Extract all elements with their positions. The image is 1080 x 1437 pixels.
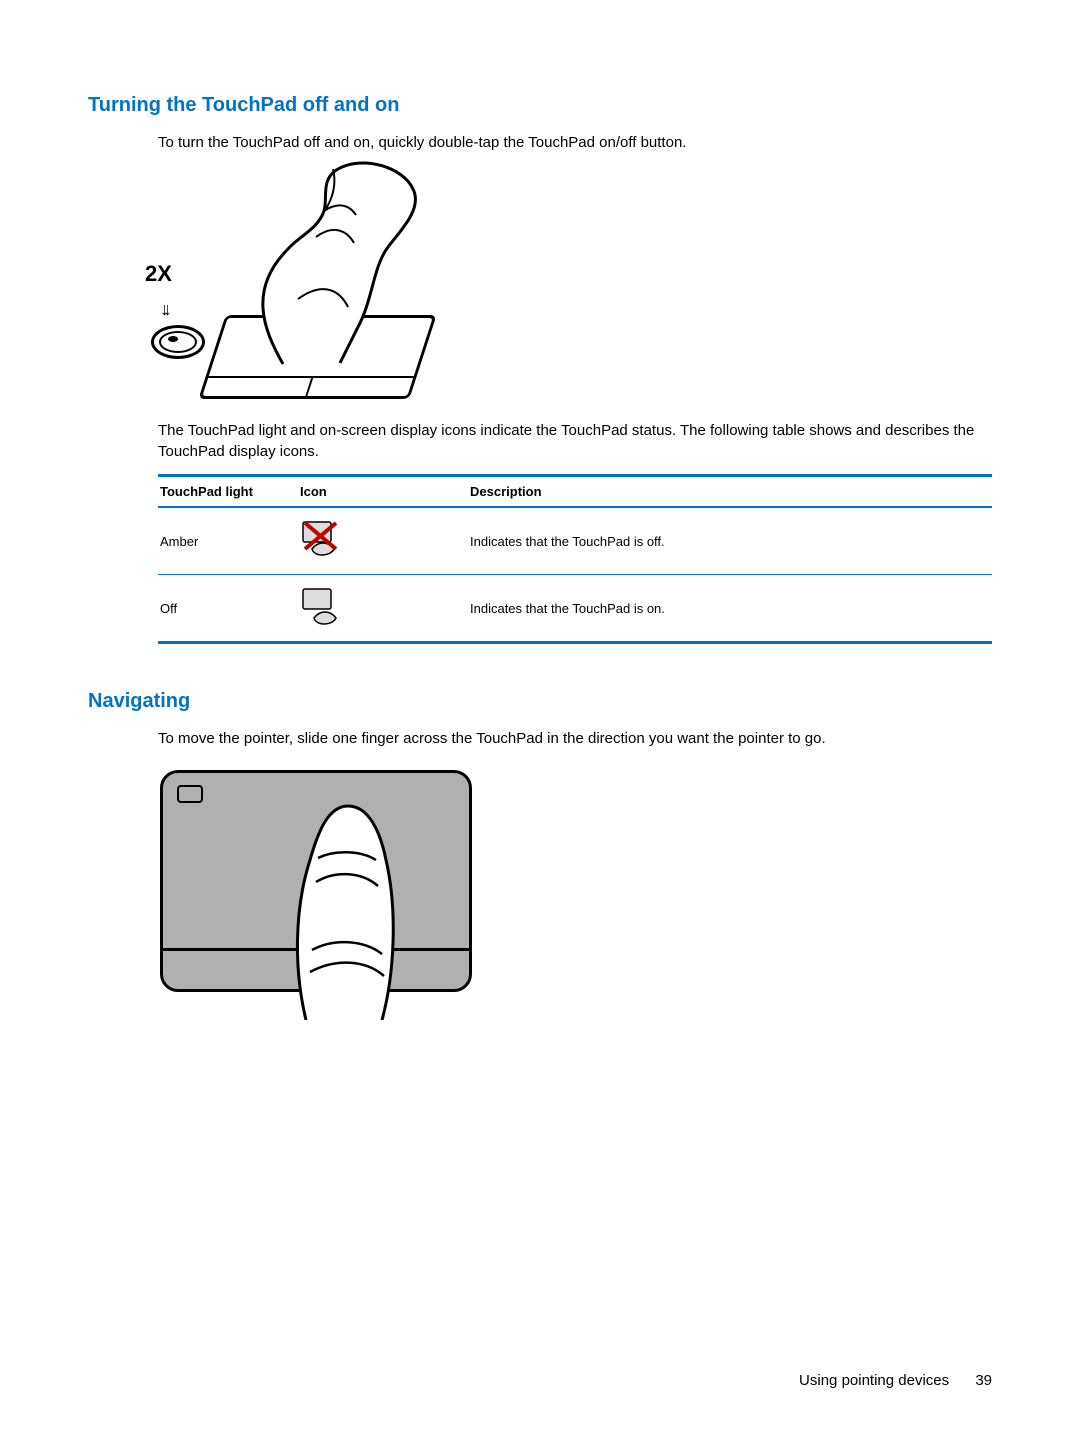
section-heading-navigating: Navigating (88, 688, 992, 715)
table-row: Off Indicates that the TouchPad is on. (158, 575, 992, 641)
finger-slide-icon (286, 800, 406, 1020)
after-figure-paragraph: The TouchPad light and on-screen display… (158, 421, 992, 462)
navigating-illustration (158, 762, 478, 1020)
cell-description: Indicates that the TouchPad is off. (470, 533, 992, 551)
cell-light: Off (158, 600, 300, 618)
header-touchpad-light: TouchPad light (158, 483, 300, 501)
header-description: Description (470, 483, 992, 501)
down-arrows-icon: ↓↓ (160, 297, 166, 321)
hand-tapping-icon (228, 159, 428, 369)
cell-light: Amber (158, 533, 300, 551)
table-row: Amber Indicates that the TouchPad is off… (158, 508, 992, 575)
footer-section-name: Using pointing devices (799, 1372, 949, 1389)
touchpad-on-icon (300, 586, 470, 630)
table-header-row: TouchPad light Icon Description (158, 477, 992, 509)
cell-description: Indicates that the TouchPad is on. (470, 600, 992, 618)
touchpad-status-table: TouchPad light Icon Description Amber In… (158, 474, 992, 645)
manual-page: Turning the TouchPad off and on To turn … (0, 0, 1080, 1437)
header-icon: Icon (300, 483, 470, 501)
page-footer: Using pointing devices 39 (799, 1371, 992, 1391)
navigating-paragraph: To move the pointer, slide one finger ac… (158, 729, 992, 749)
double-tap-illustration: 2X ↓↓ (158, 165, 468, 415)
section-heading-touchpad-off-on: Turning the TouchPad off and on (88, 92, 992, 119)
intro-paragraph: To turn the TouchPad off and on, quickly… (158, 133, 992, 153)
touchpad-button-target-icon (151, 325, 205, 359)
2x-label: 2X (145, 259, 172, 289)
touchpad-off-icon (300, 519, 470, 563)
footer-page-number: 39 (975, 1372, 992, 1389)
